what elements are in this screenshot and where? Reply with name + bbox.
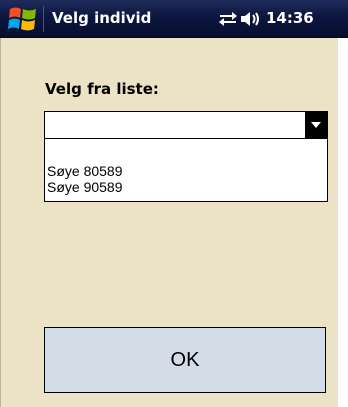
screen-edge [338,38,348,407]
form-panel: Velg fra liste: Søye 80589 Søye 90589 OK [0,38,338,407]
individual-select[interactable] [44,111,328,139]
list-item[interactable]: Søye 90589 [47,179,123,195]
ok-button[interactable]: OK [44,327,326,393]
dropdown-arrow-icon[interactable] [305,112,327,138]
device-screen: Velg individ 14:36 Velg fra liste: Søye … [0,0,348,407]
title-separator [43,6,44,32]
list-item[interactable]: Søye 80589 [47,163,123,179]
dropdown-list: Søye 80589 Søye 90589 [44,138,328,202]
speaker-volume-icon[interactable] [240,10,262,28]
clock[interactable]: 14:36 [266,9,314,27]
start-button[interactable] [8,5,38,33]
select-label: Velg fra liste: [45,80,159,98]
ok-button-label: OK [170,348,200,371]
connectivity-arrows-icon[interactable] [218,10,238,28]
window-title: Velg individ [52,9,152,27]
window-border [0,38,1,407]
windows-flag-icon [8,7,36,31]
title-bar: Velg individ 14:36 [0,0,348,38]
